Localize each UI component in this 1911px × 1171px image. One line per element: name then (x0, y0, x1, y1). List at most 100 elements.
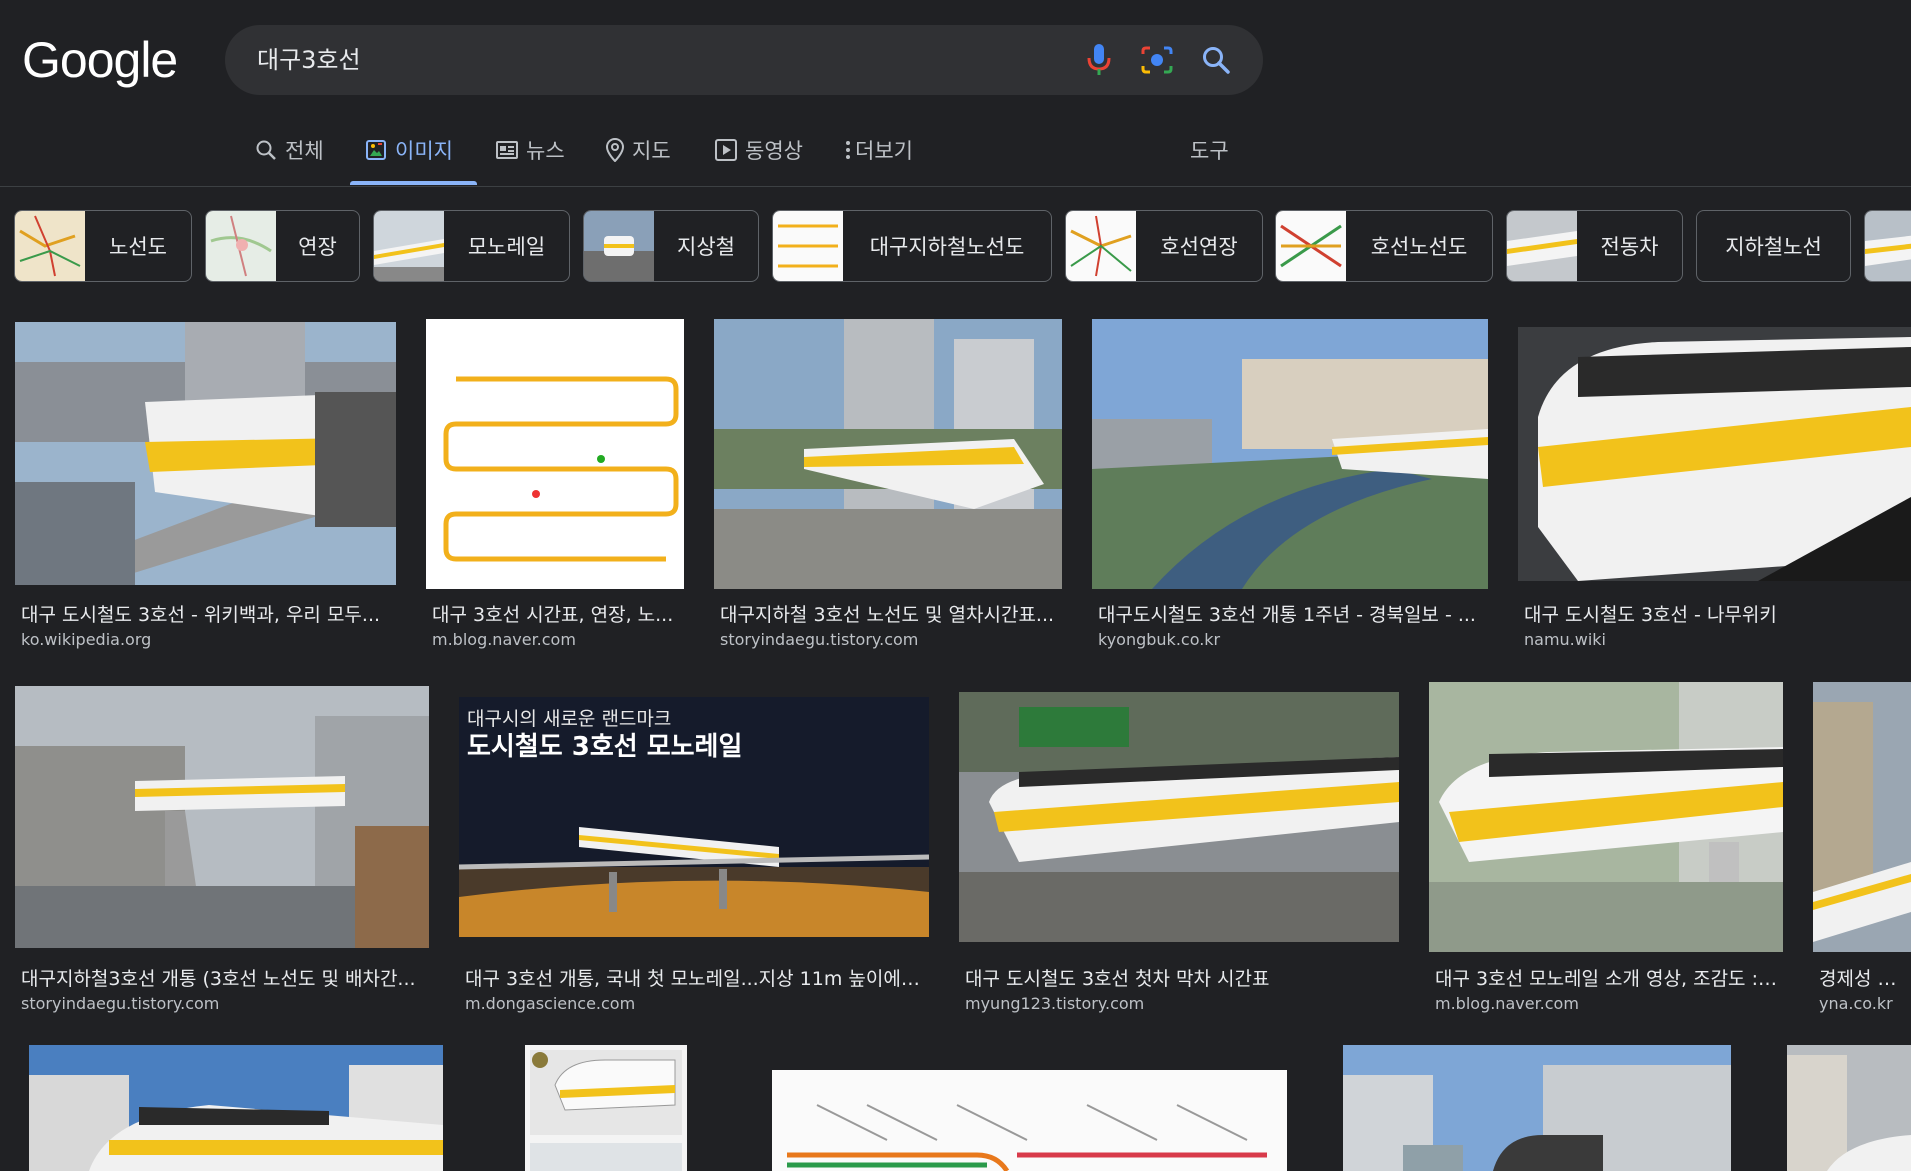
chip-thumbnail (206, 211, 276, 281)
chip-monorail[interactable]: 모노레일 (373, 210, 570, 282)
microphone-icon[interactable] (1080, 41, 1118, 79)
map-pin-icon (606, 138, 624, 162)
tab-label: 전체 (285, 139, 324, 163)
overlay-headline: 대구시의 새로운 랜드마크 (467, 708, 671, 730)
chip-elevated-rail[interactable]: 지상철 (583, 210, 759, 282)
chip-label: 대구지하철노선도 (869, 235, 1025, 259)
result-title: 대구 3호선 모노레일 소개 영상, 조감도 : ... (1435, 968, 1780, 990)
chip-thumbnail (1066, 211, 1136, 281)
result-source: namu.wiki (1524, 630, 1606, 649)
search-box[interactable]: 대구3호선 (225, 25, 1263, 95)
chip-label: 호선노선도 (1370, 235, 1468, 259)
image-icon (365, 139, 387, 161)
image-result[interactable] (1343, 1045, 1731, 1171)
chip-thumbnail (15, 211, 85, 281)
image-result[interactable]: 대구지하철3호선 개통 (3호선 노선도 및 배차간... storyindae… (15, 686, 429, 1021)
tab-label: 이미지 (395, 139, 453, 163)
chip-thumbnail (1507, 211, 1577, 281)
chip-overflow[interactable] (1864, 210, 1911, 282)
tab-news[interactable]: 뉴스 (496, 130, 565, 170)
chip-label: 지상철 (677, 235, 735, 259)
result-title: 대구 3호선 시간표, 연장, 노... (432, 604, 674, 626)
overlay-title: 도시철도 3호선 모노레일 (467, 732, 742, 762)
result-thumbnail (29, 1045, 443, 1171)
tab-images[interactable]: 이미지 (365, 130, 453, 170)
image-result[interactable]: 대구지하철 3호선 노선도 및 열차시간표... storyindaegu.ti… (714, 319, 1062, 657)
play-icon (715, 139, 737, 161)
tab-more[interactable]: 더보기 (845, 130, 913, 170)
chip-label: 지하철노선 (1725, 235, 1822, 259)
image-result[interactable]: 대구시의 새로운 랜드마크 도시철도 3호선 모노레일 대구 3호선 개통, 국내… (459, 697, 929, 1021)
result-source: yna.co.kr (1819, 994, 1893, 1013)
image-result[interactable] (29, 1045, 443, 1171)
result-title: 대구지하철3호선 개통 (3호선 노선도 및 배차간... (21, 968, 416, 990)
result-thumbnail (1429, 682, 1783, 952)
result-source: ko.wikipedia.org (21, 630, 152, 649)
tab-label: 더보기 (855, 139, 913, 163)
camera-lens-icon[interactable] (1138, 41, 1176, 79)
result-source: m.blog.naver.com (432, 630, 576, 649)
chip-extension[interactable]: 연장 (205, 210, 360, 282)
result-thumbnail (15, 322, 396, 585)
result-title: 대구 도시철도 3호선 - 나무위키 (1524, 604, 1777, 626)
result-title: 대구도시철도 3호선 개통 1주년 - 경북일보 - ... (1098, 604, 1476, 626)
news-icon (496, 140, 518, 160)
result-thumbnail (1092, 319, 1488, 589)
chip-electric-train[interactable]: 전동차 (1506, 210, 1683, 282)
chip-line-extension[interactable]: 호선연장 (1065, 210, 1263, 282)
result-source: storyindaegu.tistory.com (21, 994, 220, 1013)
image-result[interactable] (757, 1045, 1297, 1171)
result-thumbnail: 대구시의 새로운 랜드마크 도시철도 3호선 모노레일 (459, 697, 929, 937)
result-thumbnail (757, 1045, 1297, 1171)
result-title: 대구 도시철도 3호선 첫차 막차 시간표 (965, 968, 1270, 990)
tools-button[interactable]: 도구 (1190, 130, 1229, 170)
chip-label: 호선연장 (1160, 235, 1238, 259)
chip-label: 모노레일 (467, 235, 546, 259)
image-result[interactable] (525, 1045, 687, 1171)
result-title: 대구 3호선 개통, 국내 첫 모노레일...지상 11m 높이에서... (465, 968, 925, 990)
result-thumbnail (525, 1045, 687, 1171)
tab-label: 동영상 (745, 139, 803, 163)
result-thumbnail (1813, 682, 1911, 952)
tab-videos[interactable]: 동영상 (715, 130, 803, 170)
chip-thumbnail (773, 211, 843, 281)
chip-label: 전동차 (1600, 235, 1659, 259)
tab-maps[interactable]: 지도 (606, 130, 671, 170)
chip-thumbnail (1865, 211, 1911, 281)
chip-daegu-subway-map[interactable]: 대구지하철노선도 (772, 210, 1052, 282)
chip-thumbnail (1276, 211, 1346, 281)
result-source: myung123.tistory.com (965, 994, 1145, 1013)
image-result[interactable]: 대구 3호선 시간표, 연장, 노... m.blog.naver.com (426, 319, 684, 657)
tab-all[interactable]: 전체 (255, 130, 324, 170)
image-result[interactable]: 대구 3호선 모노레일 소개 영상, 조감도 : ... m.blog.nave… (1429, 682, 1783, 1021)
image-result[interactable]: 경제성 없다 yna.co.kr (1813, 682, 1911, 1021)
result-thumbnail (1343, 1045, 1731, 1171)
result-source: storyindaegu.tistory.com (720, 630, 919, 649)
chip-line-map[interactable]: 호선노선도 (1275, 210, 1493, 282)
result-thumbnail (1787, 1045, 1911, 1171)
image-result[interactable] (1787, 1045, 1911, 1171)
google-logo[interactable]: Google (22, 30, 178, 90)
active-tab-indicator (350, 181, 477, 185)
result-source: m.dongascience.com (465, 994, 636, 1013)
result-title: 대구지하철 3호선 노선도 및 열차시간표... (720, 604, 1055, 626)
chip-subway-line[interactable]: 지하철노선 (1696, 210, 1851, 282)
result-title: 대구 도시철도 3호선 - 위키백과, 우리 모두... (21, 604, 381, 626)
chip-label: 노선도 (109, 235, 167, 259)
search-icon[interactable] (1197, 41, 1235, 79)
image-result[interactable]: 대구 도시철도 3호선 - 위키백과, 우리 모두... ko.wikipedi… (15, 322, 396, 657)
tab-label: 뉴스 (526, 139, 565, 163)
more-vert-icon (845, 139, 851, 161)
chip-route-map[interactable]: 노선도 (14, 210, 192, 282)
image-result[interactable]: 대구도시철도 3호선 개통 1주년 - 경북일보 - ... kyongbuk.… (1092, 319, 1488, 657)
chip-label: 연장 (298, 235, 337, 259)
image-result[interactable]: 대구 도시철도 3호선 첫차 막차 시간표 myung123.tistory.c… (959, 692, 1399, 1021)
chip-thumbnail (374, 211, 444, 281)
result-thumbnail (15, 686, 429, 948)
tab-label: 지도 (632, 139, 671, 163)
image-result[interactable]: 대구 도시철도 3호선 - 나무위키 namu.wiki (1518, 327, 1911, 657)
result-thumbnail (714, 319, 1062, 589)
chip-thumbnail (584, 211, 654, 281)
header-divider (0, 186, 1911, 187)
search-input[interactable]: 대구3호선 (257, 25, 361, 95)
